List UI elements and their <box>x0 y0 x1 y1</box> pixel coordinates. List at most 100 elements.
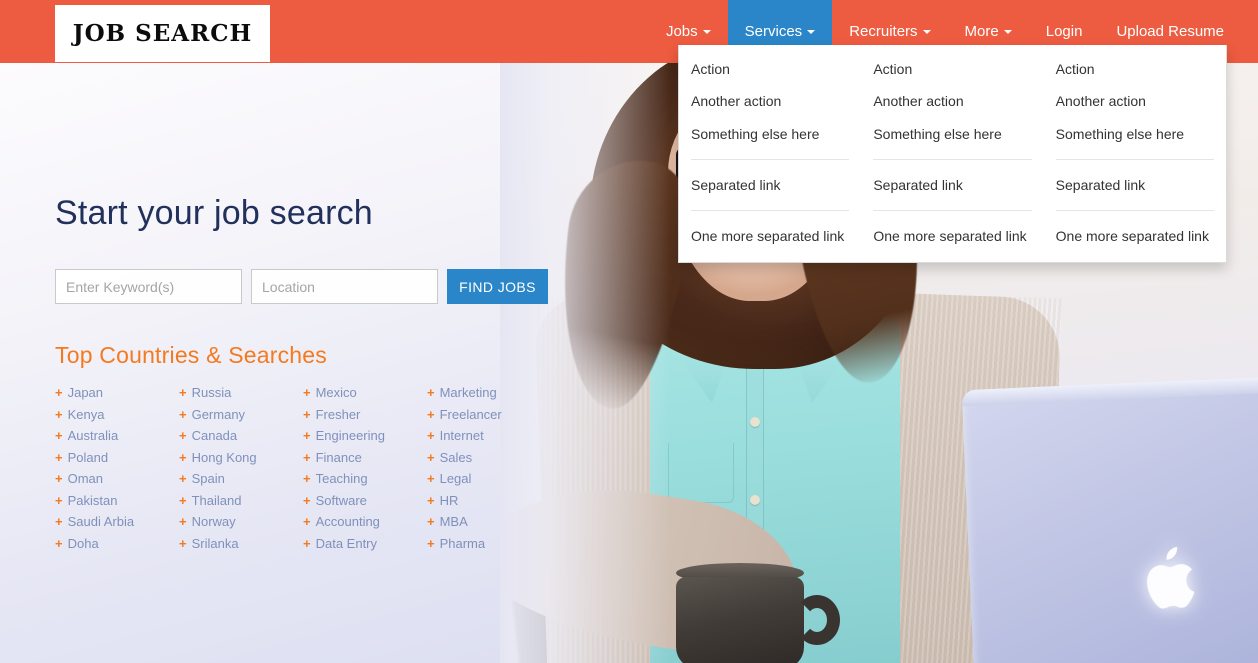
plus-icon: + <box>427 449 435 465</box>
search-link[interactable]: Data Entry <box>316 537 377 550</box>
country-link[interactable]: Thailand <box>192 494 242 507</box>
dropdown-column: Action Another action Something else her… <box>861 53 1043 252</box>
list-item: + Fresher <box>303 408 427 421</box>
country-link[interactable]: Doha <box>68 537 99 550</box>
list-item: + Germany <box>179 408 303 421</box>
dropdown-divider <box>873 210 1032 212</box>
dropdown-item-something-else-here[interactable]: Something else here <box>691 118 849 150</box>
dropdown-divider <box>873 158 1032 160</box>
list-item: + Srilanka <box>179 537 303 550</box>
plus-icon: + <box>55 385 63 401</box>
search-link[interactable]: Fresher <box>316 408 361 421</box>
country-link[interactable]: Srilanka <box>192 537 239 550</box>
list-item: + Software <box>303 494 427 507</box>
dropdown-item-something-else-here[interactable]: Something else here <box>1056 118 1214 150</box>
country-link[interactable]: Canada <box>192 429 238 442</box>
dropdown-divider <box>691 158 850 160</box>
country-link[interactable]: Russia <box>192 386 232 399</box>
dropdown-divider <box>1055 158 1214 160</box>
dropdown-item-another-action[interactable]: Another action <box>873 85 1031 117</box>
country-link[interactable]: Poland <box>68 451 108 464</box>
search-link[interactable]: Internet <box>440 429 484 442</box>
dropdown-item-separated-link[interactable]: Separated link <box>873 169 1031 201</box>
country-link[interactable]: Norway <box>192 515 236 528</box>
list-item: + Pharma <box>427 537 551 550</box>
shirt-button <box>750 417 760 427</box>
list-item: + MBA <box>427 515 551 528</box>
plus-icon: + <box>427 471 435 487</box>
list-item: + Legal <box>427 472 551 485</box>
top-countries-link-columns: + Japan + Kenya + Australia + Poland + Oman +… <box>55 386 575 558</box>
plus-icon: + <box>427 385 435 401</box>
dropdown-item-something-else-here[interactable]: Something else here <box>873 118 1031 150</box>
dropdown-item-action[interactable]: Action <box>1056 53 1214 85</box>
plus-icon: + <box>55 514 63 530</box>
plus-icon: + <box>303 471 311 487</box>
dropdown-item-separated-link[interactable]: Separated link <box>691 169 849 201</box>
search-link[interactable]: Sales <box>440 451 473 464</box>
dropdown-column: Action Another action Something else her… <box>1044 53 1226 252</box>
country-link[interactable]: Saudi Arbia <box>68 515 135 528</box>
find-jobs-button[interactable]: FIND JOBS <box>447 269 548 305</box>
dropdown-item-one-more-separated-link[interactable]: One more separated link <box>1056 220 1214 252</box>
apple-logo-icon <box>1141 544 1200 612</box>
dropdown-item-another-action[interactable]: Another action <box>691 85 849 117</box>
site-logo[interactable]: JOB SEARCH <box>55 5 270 62</box>
link-column-2: + Russia + Germany + Canada + Hong Kong + Spa… <box>179 386 303 558</box>
search-link[interactable]: Accounting <box>316 515 380 528</box>
search-link[interactable]: Software <box>316 494 367 507</box>
list-item: + Mexico <box>303 386 427 399</box>
country-link[interactable]: Australia <box>68 429 119 442</box>
plus-icon: + <box>179 406 187 422</box>
plus-icon: + <box>303 385 311 401</box>
search-link[interactable]: Finance <box>316 451 362 464</box>
plus-icon: + <box>427 428 435 444</box>
plus-icon: + <box>303 406 311 422</box>
list-item: + Engineering <box>303 429 427 442</box>
page-root: JOB SEARCH Jobs Services Recruiters More… <box>0 0 1258 663</box>
list-item: + Marketing <box>427 386 551 399</box>
country-link[interactable]: Oman <box>68 472 103 485</box>
country-link[interactable]: Germany <box>192 408 245 421</box>
plus-icon: + <box>55 428 63 444</box>
dropdown-item-one-more-separated-link[interactable]: One more separated link <box>691 220 849 252</box>
search-link[interactable]: Pharma <box>440 537 486 550</box>
country-link[interactable]: Hong Kong <box>192 451 257 464</box>
search-link[interactable]: HR <box>440 494 459 507</box>
country-link[interactable]: Japan <box>68 386 103 399</box>
dropdown-item-another-action[interactable]: Another action <box>1056 85 1214 117</box>
shirt-pocket <box>668 443 734 503</box>
search-link[interactable]: Legal <box>440 472 472 485</box>
dropdown-item-one-more-separated-link[interactable]: One more separated link <box>873 220 1031 252</box>
list-item: + Freelancer <box>427 408 551 421</box>
plus-icon: + <box>427 535 435 551</box>
list-item: + Saudi Arbia <box>55 515 179 528</box>
hero-content: Start your job search FIND JOBS Top Coun… <box>55 194 575 558</box>
search-link[interactable]: Freelancer <box>440 408 502 421</box>
country-link[interactable]: Kenya <box>68 408 105 421</box>
search-link[interactable]: Marketing <box>440 386 497 399</box>
dropdown-item-action[interactable]: Action <box>691 53 849 85</box>
nav-item-label: Upload Resume <box>1116 23 1224 40</box>
country-link[interactable]: Spain <box>192 472 225 485</box>
country-link[interactable]: Pakistan <box>68 494 118 507</box>
list-item: + Data Entry <box>303 537 427 550</box>
link-column-4: + Marketing + Freelancer + Internet + Sales … <box>427 386 551 558</box>
list-item: + Doha <box>55 537 179 550</box>
plus-icon: + <box>55 406 63 422</box>
location-input[interactable] <box>251 269 438 305</box>
dropdown-item-separated-link[interactable]: Separated link <box>1056 169 1214 201</box>
plus-icon: + <box>427 492 435 508</box>
chevron-down-icon <box>807 29 816 34</box>
keyword-input[interactable] <box>55 269 242 305</box>
search-link[interactable]: MBA <box>440 515 468 528</box>
search-link[interactable]: Mexico <box>316 386 357 399</box>
list-item: + Spain <box>179 472 303 485</box>
dropdown-item-action[interactable]: Action <box>873 53 1031 85</box>
plus-icon: + <box>179 514 187 530</box>
list-item: + Kenya <box>55 408 179 421</box>
list-item: + Canada <box>179 429 303 442</box>
nav-item-label: Login <box>1045 23 1083 40</box>
search-link[interactable]: Teaching <box>316 472 368 485</box>
search-link[interactable]: Engineering <box>316 429 385 442</box>
